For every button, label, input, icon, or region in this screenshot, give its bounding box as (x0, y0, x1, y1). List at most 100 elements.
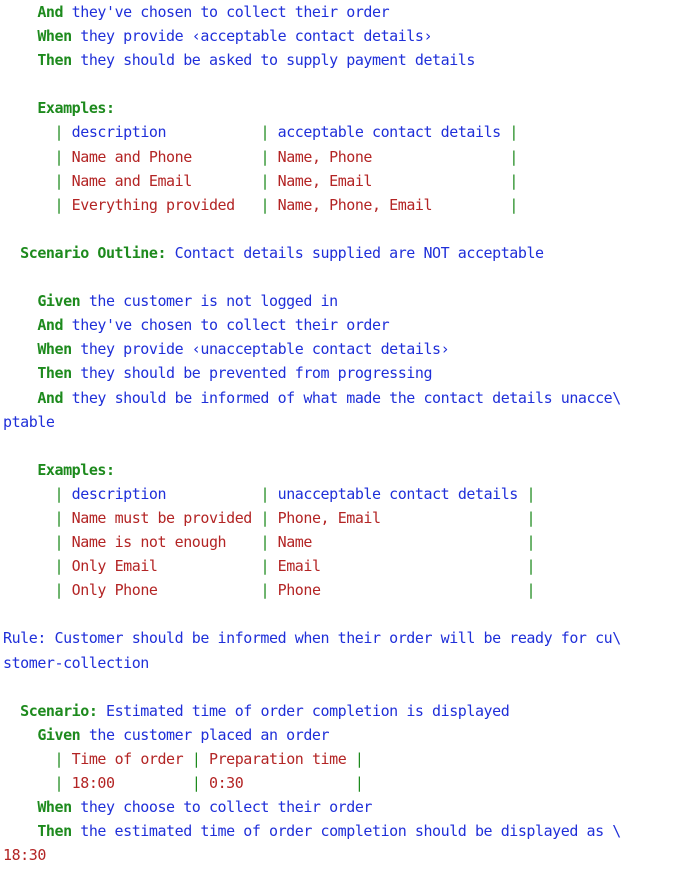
step-text: the estimated time of order completion s… (71, 822, 621, 841)
gherkin-keyword: | (54, 147, 72, 166)
gherkin-keyword: | (526, 557, 536, 576)
table-cell-text: Name (277, 533, 527, 552)
table-cell-text: Name and Phone (71, 147, 261, 166)
document-line: Then the estimated time of order complet… (3, 819, 674, 843)
table-cell-text: Preparation time (208, 749, 355, 768)
step-text: stomer-collection (3, 653, 149, 672)
table-cell-text: Name must be provided (71, 508, 261, 527)
document-line: | Everything provided | Name, Phone, Ema… (3, 193, 674, 217)
table-cell-text: Name, Email (277, 171, 510, 190)
gherkin-keyword: | (191, 774, 209, 792)
document-line: | Name must be provided | Phone, Email | (3, 506, 674, 530)
document-line: | 18:00 | 0:30 | (3, 771, 674, 795)
gherkin-document: And they've chosen to collect their orde… (3, 0, 674, 867)
step-text: Contact details supplied are NOT accepta… (166, 243, 544, 262)
gherkin-keyword: Then (37, 822, 72, 841)
gherkin-keyword: | (526, 484, 536, 503)
gherkin-keyword: Scenario: (20, 701, 98, 720)
step-text: they've chosen to collect their order (63, 3, 390, 21)
gherkin-keyword: | (54, 749, 72, 768)
gherkin-keyword: | (54, 195, 72, 214)
gherkin-keyword: | (354, 774, 364, 792)
document-line: | Name and Phone | Name, Phone | (3, 145, 674, 169)
document-line: Then they should be asked to supply paym… (3, 48, 674, 72)
gherkin-keyword: | (191, 749, 209, 768)
gherkin-keyword: | (54, 123, 72, 142)
gherkin-keyword: | (54, 484, 72, 503)
table-cell-text: Phone, Email (277, 508, 527, 527)
table-cell-text: Time of order (71, 749, 192, 768)
gherkin-keyword: And (37, 3, 64, 21)
gherkin-keyword: | (260, 147, 278, 166)
step-text: the customer placed an order (80, 725, 330, 744)
gherkin-keyword: | (260, 533, 278, 552)
table-cell-text: Everything provided (71, 195, 261, 214)
step-text: acceptable contact details (277, 123, 510, 142)
document-line: And they should be informed of what made… (3, 386, 674, 410)
gherkin-keyword: | (54, 171, 72, 190)
table-cell-text: 0:30 (208, 774, 355, 792)
document-line: ptable (3, 410, 674, 434)
gherkin-keyword: | (509, 147, 518, 166)
table-cell-text: Name and Email (71, 171, 261, 190)
gherkin-keyword: When (37, 27, 72, 46)
gherkin-keyword: Examples: (37, 99, 115, 118)
step-text: they provide ‹acceptable contact details… (71, 27, 433, 46)
gherkin-keyword: | (509, 171, 518, 190)
gherkin-keyword: | (54, 533, 72, 552)
gherkin-keyword: | (54, 581, 72, 600)
gherkin-keyword: Then (37, 51, 72, 70)
gherkin-keyword: Then (37, 364, 72, 383)
step-text: they should be informed of what made the… (63, 388, 622, 407)
gherkin-keyword: | (260, 581, 278, 600)
document-line: When they choose to collect their order (3, 795, 674, 819)
gherkin-keyword: | (54, 508, 72, 527)
step-text: they provide ‹unacceptable contact detai… (71, 340, 450, 359)
table-cell-text: Name, Phone, Email (277, 195, 510, 214)
gherkin-keyword: And (37, 316, 64, 335)
table-cell-text: 18:00 (71, 774, 192, 792)
step-text: they choose to collect their order (71, 798, 372, 817)
document-line: Scenario: Estimated time of order comple… (3, 699, 674, 723)
table-cell-text: Only Phone (71, 581, 261, 600)
document-line: | description | acceptable contact detai… (3, 120, 674, 144)
gherkin-keyword: Scenario Outline: (20, 243, 167, 262)
gherkin-keyword: When (37, 798, 72, 817)
gherkin-keyword: Examples: (37, 460, 115, 479)
document-line: Given the customer placed an order (3, 723, 674, 747)
table-cell-text: Name is not enough (71, 533, 261, 552)
gherkin-keyword: | (260, 508, 278, 527)
step-text: they should be asked to supply payment d… (71, 51, 475, 70)
gherkin-keyword: | (54, 557, 72, 576)
document-line: | Only Email | Email | (3, 554, 674, 578)
document-line: Examples: (3, 458, 674, 482)
gherkin-keyword: | (260, 123, 278, 142)
step-text: they should be prevented from progressin… (71, 364, 433, 383)
document-line: | Name is not enough | Name | (3, 530, 674, 554)
step-text: description (71, 123, 261, 142)
gherkin-keyword: | (526, 581, 536, 600)
document-line: Then they should be prevented from progr… (3, 361, 674, 385)
document-line: | Name and Email | Name, Email | (3, 169, 674, 193)
gherkin-keyword: Given (37, 725, 81, 744)
